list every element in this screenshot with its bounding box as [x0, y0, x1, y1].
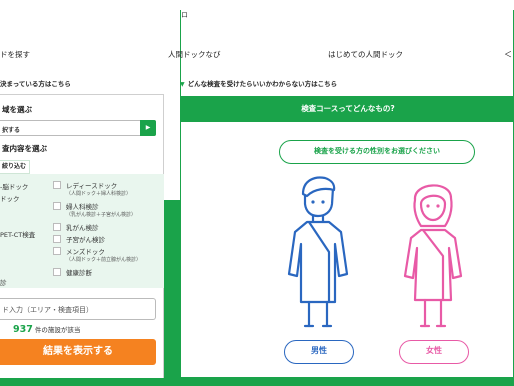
nav-item-dock-navi[interactable]: 人間ドックなび [168, 49, 221, 60]
search-panel: 域を選ぶ 択する ▶ 査内容を選ぶ 絞り込む -脳ドック ドック PET-CT検… [0, 0, 164, 386]
check-label-ladies-dock[interactable]: レディースドック [66, 180, 117, 190]
male-button[interactable]: 男性 [284, 340, 354, 364]
check-label-mens-dock[interactable]: メンズドック [66, 246, 105, 256]
check-label-checkup[interactable]: 診 [0, 277, 7, 287]
check-sub-ladies-dock: （人間ドック＋婦人科検診） [66, 191, 132, 197]
check-label-pet-ct[interactable]: PET-CT検査 [0, 229, 35, 239]
course-panel: 検査コースってどんなもの? 検査を受ける方の性別をお選びください 男性 女性 [180, 96, 514, 378]
chevron-right-icon[interactable]: ▶ [140, 120, 156, 136]
check-label-uterine-cancer[interactable]: 子宮がん検診 [66, 234, 105, 244]
checkbox-uterine-cancer[interactable] [53, 235, 61, 243]
checkbox-ladies-dock[interactable] [53, 181, 61, 189]
female-figure-icon[interactable] [401, 176, 465, 334]
exam-label: 査内容を選ぶ [2, 144, 47, 153]
filter-area: -脳ドック ドック PET-CT検査 診 レディースドック （人間ドック＋婦人科… [0, 174, 164, 288]
check-label-brain-dock[interactable]: -脳ドック [0, 181, 28, 191]
green-strip [164, 200, 180, 378]
check-sub-mens-dock: （人間ドック＋前立腺がん検診） [66, 257, 142, 263]
checkbox-gynecology[interactable] [53, 202, 61, 210]
checkbox-mens-dock[interactable] [53, 247, 61, 255]
nav-item-first-dock[interactable]: はじめての人間ドック [328, 49, 403, 60]
facility-count: 937 件の施設が該当 [13, 324, 80, 335]
check-label-breast-cancer[interactable]: 乳がん検診 [66, 222, 99, 232]
check-label-gynecology[interactable]: 婦人科検診 [66, 201, 99, 211]
triangle-down-icon: ▼ [180, 81, 185, 88]
gender-question: 検査を受ける方の性別をお選びください [279, 140, 475, 164]
check-label-health-checkup[interactable]: 健康診断 [66, 267, 92, 277]
course-header: 検査コースってどんなもの? [181, 96, 514, 122]
facility-count-number: 937 [13, 324, 33, 335]
filter-tab[interactable]: 絞り込む [0, 160, 30, 174]
area-select[interactable]: 択する ▶ [0, 120, 156, 136]
area-label: 域を選ぶ [2, 105, 32, 114]
area-select-value: 択する [2, 127, 21, 134]
female-button[interactable]: 女性 [399, 340, 469, 364]
checkbox-breast-cancer[interactable] [53, 223, 61, 231]
male-figure-icon[interactable] [285, 174, 351, 334]
show-results-button[interactable]: 結果を表示する [0, 339, 156, 365]
keyword-placeholder: ド入力（エリア・検査項目） [2, 306, 93, 314]
right-section-heading: ▼ どんな検査を受けたらいいかわからない方はこちら [180, 80, 338, 88]
bottom-bar [0, 378, 514, 386]
keyword-input[interactable]: ド入力（エリア・検査項目） [0, 298, 156, 320]
check-sub-gynecology: （乳がん検診＋子宮がん検診） [66, 212, 137, 218]
nav-arrow-icon[interactable]: ＜ [504, 49, 512, 60]
check-label-dock[interactable]: ドック [0, 193, 20, 203]
checkbox-health-checkup[interactable] [53, 268, 61, 276]
facility-count-suffix: 件の施設が該当 [34, 326, 81, 334]
